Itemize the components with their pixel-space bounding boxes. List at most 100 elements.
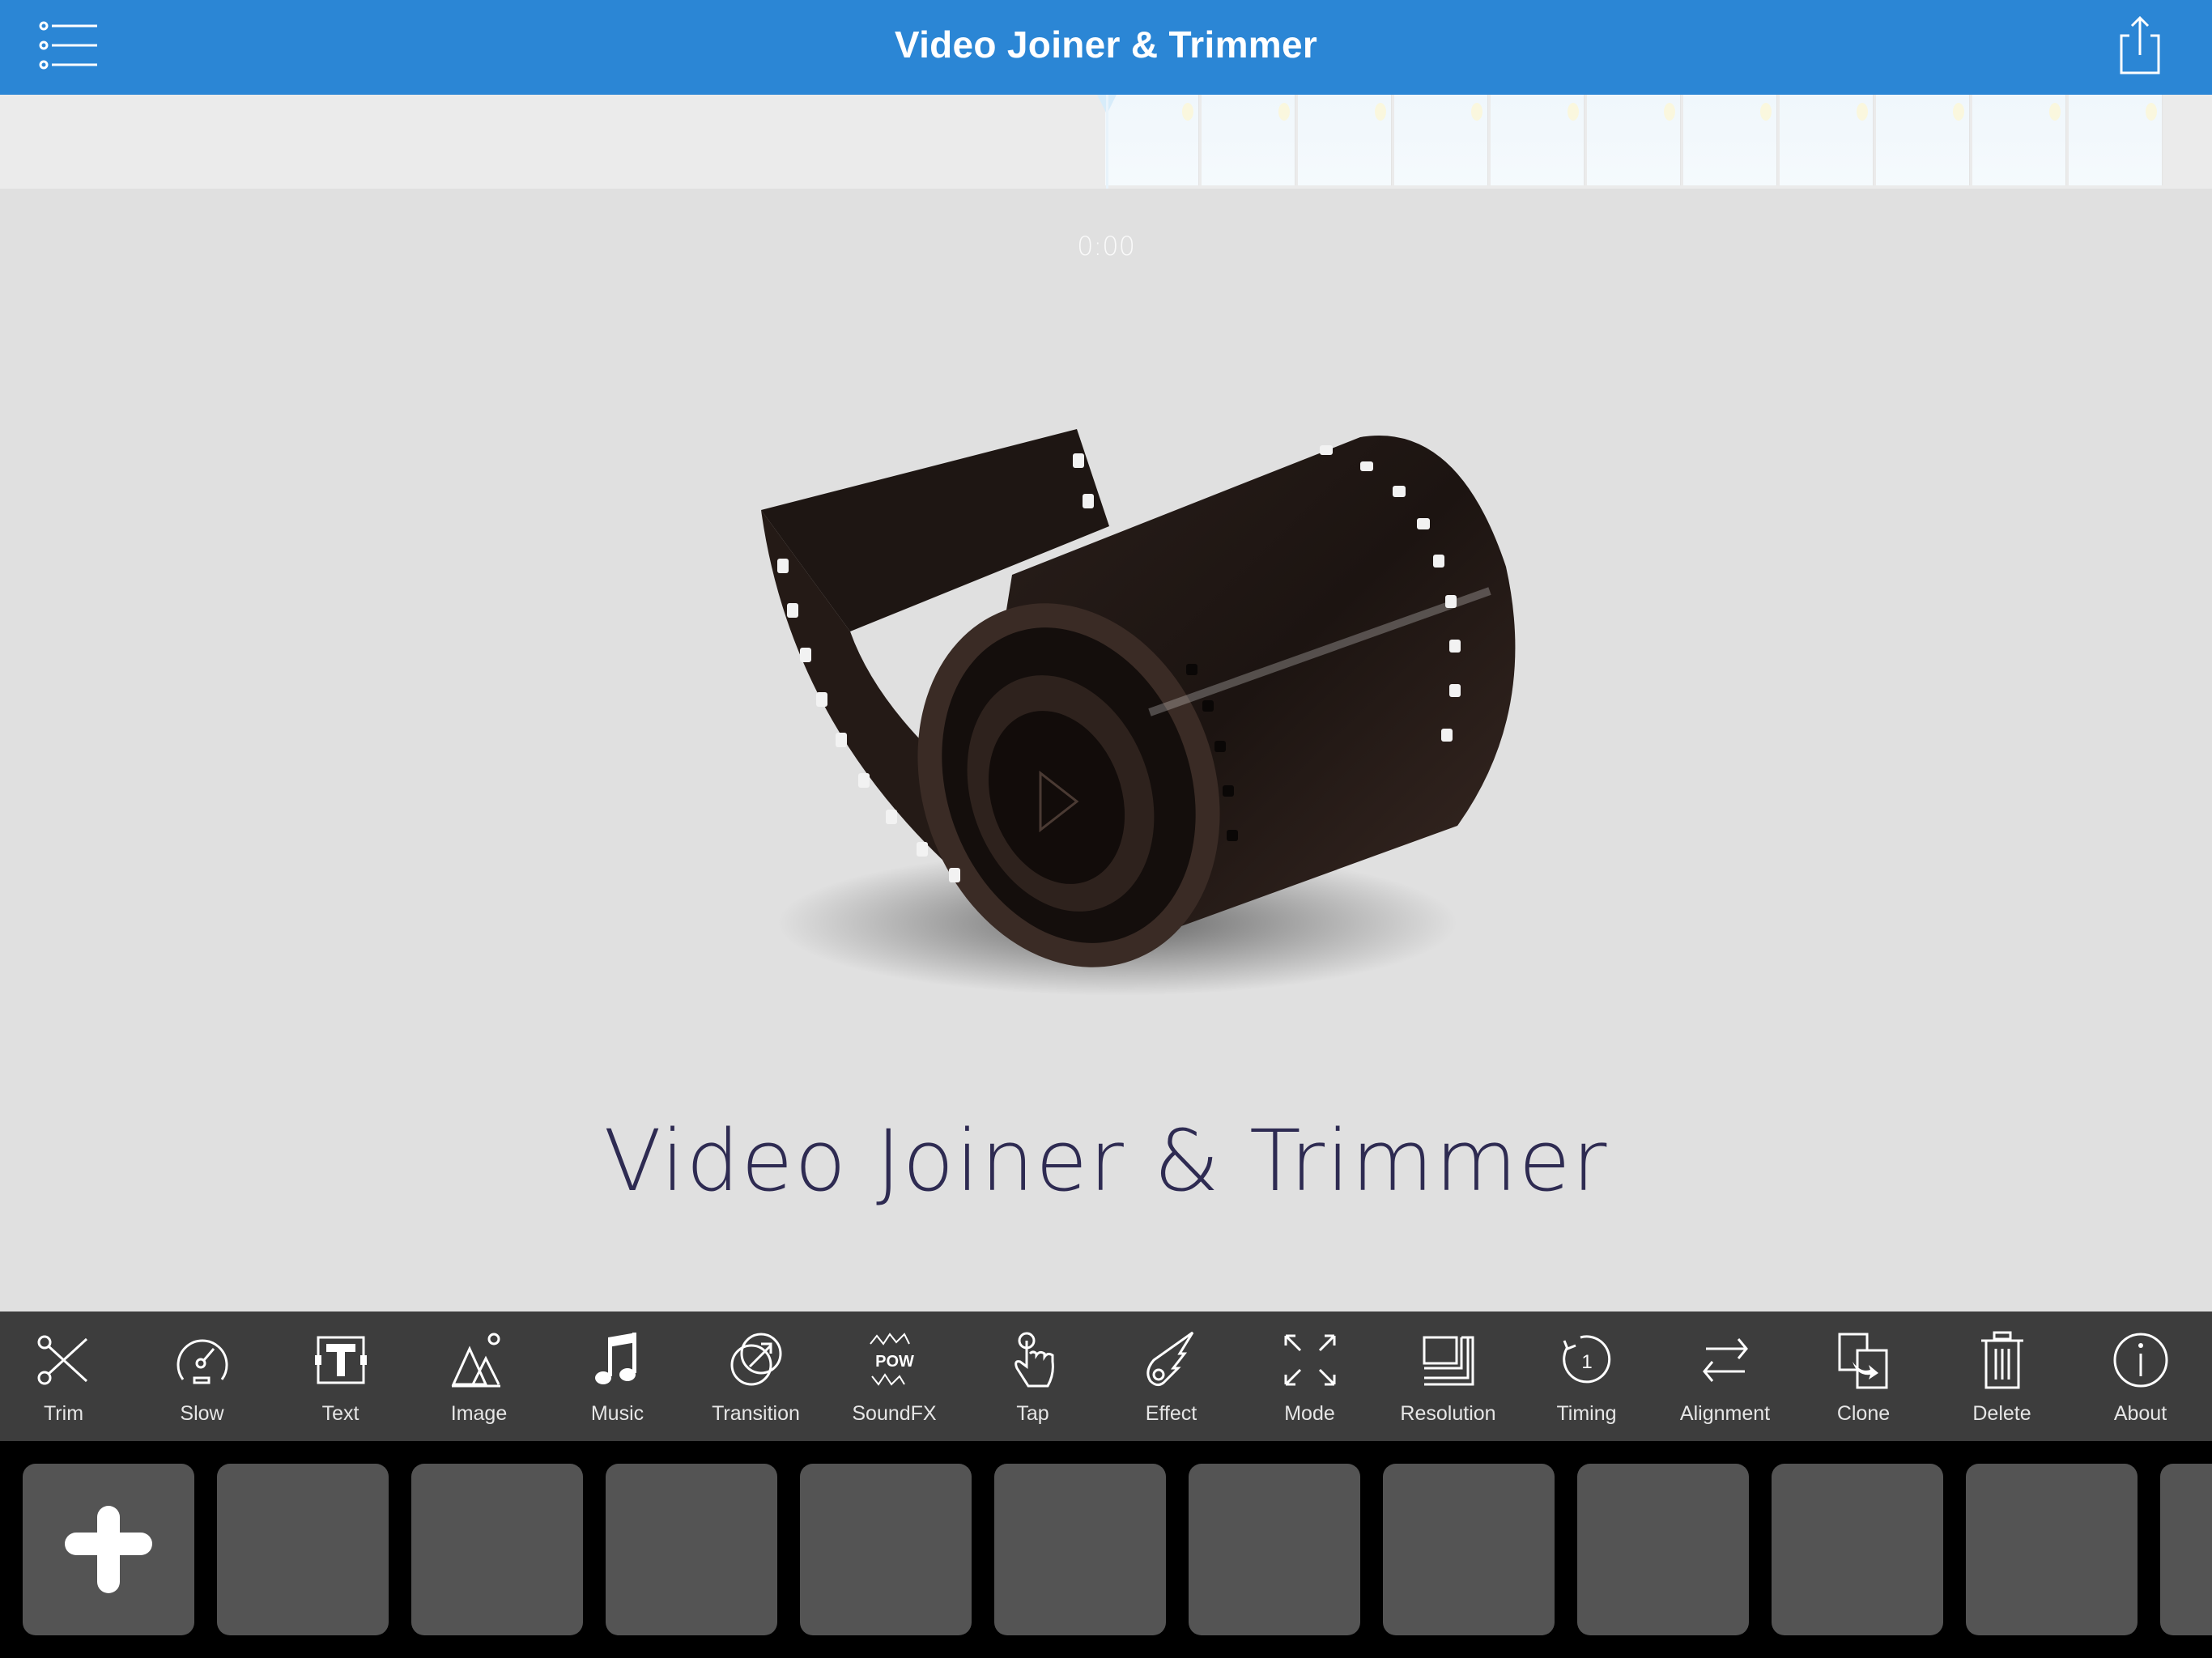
video-preview[interactable]: 0:00 Video Joiner & Trimmer bbox=[0, 189, 2212, 1312]
clip-tray bbox=[0, 1441, 2212, 1658]
playhead-line bbox=[1106, 95, 1108, 189]
pow-burst-icon: POW bbox=[869, 1333, 914, 1386]
scissors-icon bbox=[37, 1335, 87, 1385]
add-clip-button[interactable] bbox=[23, 1464, 194, 1635]
clip-slot[interactable] bbox=[994, 1464, 1166, 1635]
share-icon bbox=[2120, 15, 2160, 74]
playhead[interactable] bbox=[1097, 95, 1117, 189]
tool-label: SoundFX bbox=[852, 1402, 937, 1425]
clip-slot[interactable] bbox=[606, 1464, 777, 1635]
clip-slot[interactable] bbox=[1383, 1464, 1555, 1635]
clone-icon bbox=[1838, 1333, 1887, 1389]
tool-delete[interactable]: Delete bbox=[1933, 1312, 2071, 1441]
tool-transition[interactable]: Transition bbox=[687, 1312, 825, 1441]
timeline-frame[interactable] bbox=[1683, 95, 1777, 185]
tool-resolution[interactable]: Resolution bbox=[1379, 1312, 1517, 1441]
comet-icon bbox=[1146, 1331, 1193, 1387]
tool-image[interactable]: Image bbox=[410, 1312, 548, 1441]
tool-label: Text bbox=[321, 1402, 359, 1425]
tool-timing[interactable]: 1 Timing bbox=[1517, 1312, 1656, 1441]
frame-thumbnail bbox=[2049, 103, 2061, 121]
tool-label: Alignment bbox=[1679, 1402, 1771, 1425]
app-title: Video Joiner & Trimmer bbox=[894, 23, 1318, 66]
tool-label: Transition bbox=[712, 1402, 800, 1425]
tool-effect[interactable]: Effect bbox=[1102, 1312, 1240, 1441]
mountain-image-icon bbox=[451, 1333, 500, 1388]
tool-label: Image bbox=[450, 1402, 508, 1425]
transition-circles-icon bbox=[730, 1333, 781, 1386]
frame-thumbnail bbox=[1857, 103, 1868, 121]
tool-label: About bbox=[2113, 1402, 2167, 1425]
current-time: 0:00 bbox=[1077, 231, 1135, 261]
timeline-frames bbox=[1105, 95, 2165, 189]
frame-thumbnail bbox=[1375, 103, 1386, 121]
tool-soundfx[interactable]: POW SoundFX bbox=[825, 1312, 963, 1441]
clip-slot[interactable] bbox=[217, 1464, 389, 1635]
timeline-frame[interactable] bbox=[1587, 95, 1681, 185]
speedometer-icon bbox=[177, 1339, 228, 1384]
tool-label: Trim bbox=[43, 1402, 84, 1425]
frame-thumbnail bbox=[1278, 103, 1290, 121]
expand-arrows-icon bbox=[1284, 1334, 1335, 1386]
frame-thumbnail bbox=[1664, 103, 1675, 121]
tool-music[interactable]: Music bbox=[548, 1312, 687, 1441]
tap-hand-icon bbox=[1014, 1332, 1054, 1388]
resolution-frames-icon bbox=[1423, 1336, 1474, 1386]
swap-arrows-icon bbox=[1702, 1338, 1748, 1382]
timeline-frame[interactable] bbox=[2069, 95, 2163, 185]
timeline-frame[interactable] bbox=[1780, 95, 1874, 185]
svg-text:POW: POW bbox=[875, 1353, 914, 1371]
tool-tap[interactable]: Tap bbox=[963, 1312, 1102, 1441]
frame-thumbnail bbox=[1471, 103, 1482, 121]
menu-button[interactable] bbox=[32, 16, 105, 78]
frame-thumbnail bbox=[1568, 103, 1579, 121]
timeline-frame[interactable] bbox=[1105, 95, 1199, 185]
timer-icon: 1 bbox=[1562, 1335, 1610, 1384]
tool-toolbar: Trim Slow Text Image Music Transition POW… bbox=[0, 1312, 2212, 1441]
frame-thumbnail bbox=[1953, 103, 1964, 121]
film-reel-icon bbox=[761, 429, 1516, 996]
frame-thumbnail bbox=[2146, 103, 2157, 121]
tool-trim[interactable]: Trim bbox=[0, 1312, 133, 1441]
clip-slot[interactable] bbox=[1577, 1464, 1749, 1635]
clip-slot[interactable] bbox=[1772, 1464, 1943, 1635]
timeline-frame[interactable] bbox=[1202, 95, 1295, 185]
brand-title: Video Joiner & Trimmer bbox=[603, 1112, 1609, 1210]
frame-thumbnail bbox=[1760, 103, 1772, 121]
tool-label: Tap bbox=[1016, 1402, 1049, 1425]
info-icon bbox=[2113, 1333, 2167, 1388]
timeline-frame[interactable] bbox=[1298, 95, 1392, 185]
timeline-frame[interactable] bbox=[1491, 95, 1585, 185]
tool-alignment[interactable]: Alignment bbox=[1656, 1312, 1794, 1441]
music-note-icon bbox=[594, 1333, 636, 1384]
tool-text[interactable]: Text bbox=[271, 1312, 410, 1441]
tool-label: Effect bbox=[1145, 1402, 1197, 1425]
tool-label: Music bbox=[590, 1402, 644, 1425]
trash-icon bbox=[1980, 1331, 2023, 1389]
timeline-frame[interactable] bbox=[1394, 95, 1488, 185]
tool-mode[interactable]: Mode bbox=[1240, 1312, 1379, 1441]
text-box-icon bbox=[314, 1336, 367, 1384]
clip-slot[interactable] bbox=[800, 1464, 972, 1635]
tool-slow[interactable]: Slow bbox=[133, 1312, 271, 1441]
timeline-frame[interactable] bbox=[1972, 95, 2066, 185]
tool-label: Delete bbox=[1972, 1402, 2031, 1425]
timeline-strip[interactable] bbox=[0, 95, 2212, 190]
tool-label: Timing bbox=[1556, 1402, 1617, 1425]
tool-label: Resolution bbox=[1400, 1402, 1496, 1425]
list-menu-icon bbox=[39, 21, 97, 70]
clip-slot[interactable] bbox=[2160, 1464, 2212, 1635]
clip-slot[interactable] bbox=[1966, 1464, 2138, 1635]
tool-label: Slow bbox=[180, 1402, 224, 1425]
tool-clone[interactable]: Clone bbox=[1794, 1312, 1933, 1441]
tool-label: Clone bbox=[1836, 1402, 1891, 1425]
tool-about[interactable]: About bbox=[2071, 1312, 2210, 1441]
timeline-frame[interactable] bbox=[1876, 95, 1970, 185]
tool-label: Mode bbox=[1284, 1402, 1335, 1425]
clip-slot[interactable] bbox=[1189, 1464, 1360, 1635]
svg-text:1: 1 bbox=[1581, 1351, 1592, 1373]
clip-slot[interactable] bbox=[411, 1464, 583, 1635]
frame-thumbnail bbox=[1182, 103, 1193, 121]
share-button[interactable] bbox=[2112, 13, 2168, 78]
app-header: Video Joiner & Trimmer bbox=[0, 0, 2212, 95]
